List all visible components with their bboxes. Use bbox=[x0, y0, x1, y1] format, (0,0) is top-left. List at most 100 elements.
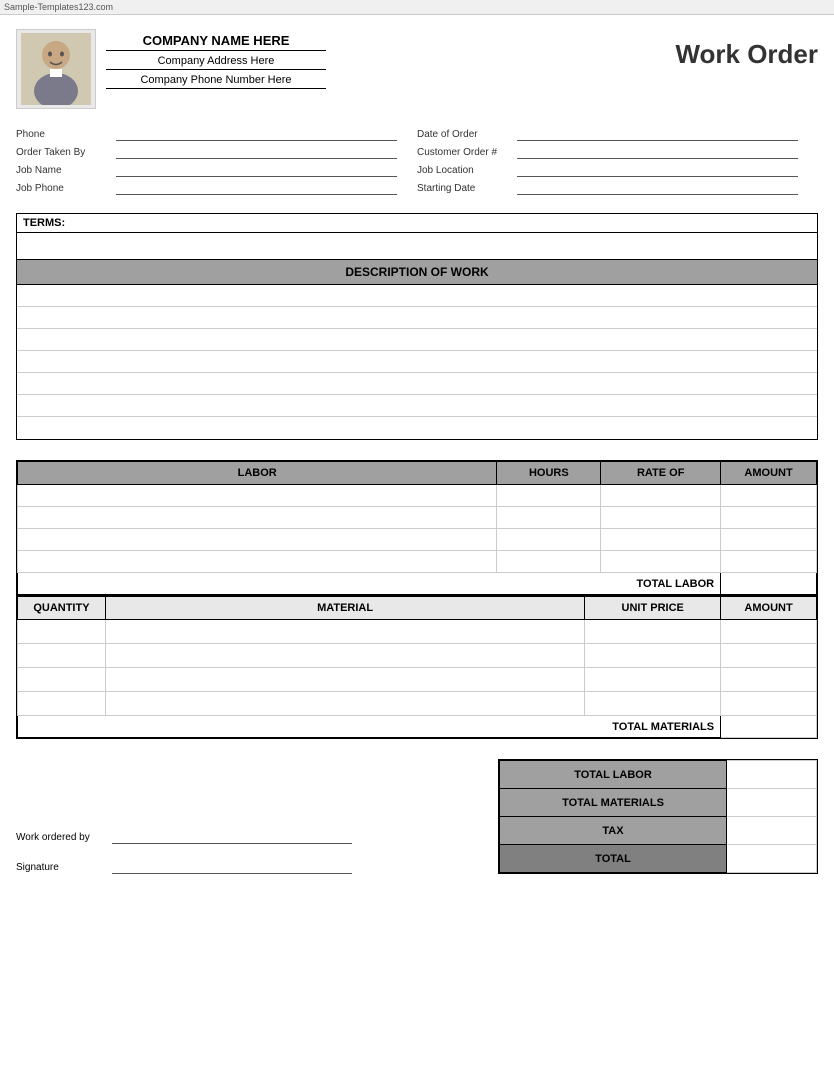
work-ordered-input[interactable] bbox=[112, 830, 352, 844]
mat-r3-unit-price[interactable] bbox=[585, 668, 721, 692]
materials-total-row: TOTAL MATERIALS bbox=[18, 716, 817, 738]
terms-section: TERMS: bbox=[16, 213, 818, 260]
description-section: DESCRIPTION OF WORK bbox=[16, 260, 818, 440]
labor-r1-amount[interactable] bbox=[721, 485, 817, 507]
sum-row-total-materials: TOTAL MATERIALS bbox=[500, 789, 817, 817]
desc-row-1[interactable] bbox=[17, 285, 817, 307]
materials-col-material: MATERIAL bbox=[105, 597, 584, 620]
labor-r1-hours[interactable] bbox=[497, 485, 601, 507]
mat-r2-unit-price[interactable] bbox=[585, 644, 721, 668]
mat-r3-amount[interactable] bbox=[721, 668, 817, 692]
labor-r4-desc[interactable] bbox=[18, 551, 497, 573]
mat-row-2 bbox=[18, 644, 817, 668]
job-location-input[interactable] bbox=[517, 163, 798, 177]
labor-col-rate: RATE OF bbox=[601, 462, 721, 485]
starting-date-input[interactable] bbox=[517, 181, 798, 195]
date-order-input[interactable] bbox=[517, 127, 798, 141]
mat-r1-amount[interactable] bbox=[721, 620, 817, 644]
labor-r3-desc[interactable] bbox=[18, 529, 497, 551]
labor-r1-desc[interactable] bbox=[18, 485, 497, 507]
sum-tax-value[interactable] bbox=[727, 817, 817, 845]
mat-r4-material[interactable] bbox=[105, 692, 584, 716]
summary-section: Work ordered by Signature TOTAL LABOR TO… bbox=[16, 759, 818, 874]
sum-total-materials-value[interactable] bbox=[727, 789, 817, 817]
signature-row: Signature bbox=[16, 860, 352, 874]
labor-r2-amount[interactable] bbox=[721, 507, 817, 529]
company-address: Company Address Here bbox=[106, 55, 326, 70]
summary-table-wrap: TOTAL LABOR TOTAL MATERIALS TAX TOTAL bbox=[498, 759, 818, 874]
header-section: COMPANY NAME HERE Company Address Here C… bbox=[16, 29, 818, 109]
bottom-left: Work ordered by Signature bbox=[16, 820, 352, 874]
materials-table: QUANTITY MATERIAL UNIT PRICE AMOUNT bbox=[17, 596, 817, 738]
order-taken-input[interactable] bbox=[116, 145, 397, 159]
work-ordered-label: Work ordered by bbox=[16, 832, 106, 843]
labor-r3-amount[interactable] bbox=[721, 529, 817, 551]
desc-row-2[interactable] bbox=[17, 307, 817, 329]
mat-r1-unit-price[interactable] bbox=[585, 620, 721, 644]
mat-r4-qty[interactable] bbox=[18, 692, 106, 716]
customer-order-label: Customer Order # bbox=[417, 147, 517, 158]
job-phone-input[interactable] bbox=[116, 181, 397, 195]
form-fields-section: Phone Order Taken By Job Name Job Phone bbox=[16, 127, 818, 199]
form-col-right: Date of Order Customer Order # Job Locat… bbox=[417, 127, 818, 199]
company-logo bbox=[16, 29, 96, 109]
starting-date-label: Starting Date bbox=[417, 183, 517, 194]
labor-r3-hours[interactable] bbox=[497, 529, 601, 551]
job-location-label: Job Location bbox=[417, 165, 517, 176]
signature-label: Signature bbox=[16, 862, 106, 873]
materials-col-qty: QUANTITY bbox=[18, 597, 106, 620]
mat-r2-material[interactable] bbox=[105, 644, 584, 668]
sum-row-total-labor: TOTAL LABOR bbox=[500, 761, 817, 789]
company-info-block: COMPANY NAME HERE Company Address Here C… bbox=[16, 29, 326, 109]
desc-row-6[interactable] bbox=[17, 395, 817, 417]
terms-body[interactable] bbox=[17, 233, 817, 259]
labor-r4-amount[interactable] bbox=[721, 551, 817, 573]
summary-table: TOTAL LABOR TOTAL MATERIALS TAX TOTAL bbox=[499, 760, 817, 873]
mat-r4-amount[interactable] bbox=[721, 692, 817, 716]
mat-r1-qty[interactable] bbox=[18, 620, 106, 644]
mat-r3-qty[interactable] bbox=[18, 668, 106, 692]
labor-row-1 bbox=[18, 485, 817, 507]
job-name-input[interactable] bbox=[116, 163, 397, 177]
mat-r1-material[interactable] bbox=[105, 620, 584, 644]
mat-r2-amount[interactable] bbox=[721, 644, 817, 668]
materials-total-value[interactable] bbox=[721, 716, 817, 738]
sum-total-labor-value[interactable] bbox=[727, 761, 817, 789]
job-phone-label: Job Phone bbox=[16, 183, 116, 194]
description-header: DESCRIPTION OF WORK bbox=[17, 260, 817, 285]
materials-section: QUANTITY MATERIAL UNIT PRICE AMOUNT bbox=[16, 596, 818, 739]
company-phone: Company Phone Number Here bbox=[106, 74, 326, 89]
phone-label: Phone bbox=[16, 129, 116, 140]
terms-label: TERMS: bbox=[17, 214, 817, 233]
labor-total-value[interactable] bbox=[721, 573, 817, 595]
labor-total-label: TOTAL LABOR bbox=[18, 573, 721, 595]
desc-row-3[interactable] bbox=[17, 329, 817, 351]
labor-r4-hours[interactable] bbox=[497, 551, 601, 573]
order-taken-label: Order Taken By bbox=[16, 147, 116, 158]
phone-input[interactable] bbox=[116, 127, 397, 141]
mat-r3-material[interactable] bbox=[105, 668, 584, 692]
desc-row-4[interactable] bbox=[17, 351, 817, 373]
labor-r4-rate[interactable] bbox=[601, 551, 721, 573]
sum-row-tax: TAX bbox=[500, 817, 817, 845]
watermark: Sample-Templates123.com bbox=[0, 0, 834, 15]
labor-r2-hours[interactable] bbox=[497, 507, 601, 529]
page-title: Work Order bbox=[675, 29, 818, 70]
labor-r3-rate[interactable] bbox=[601, 529, 721, 551]
labor-r2-desc[interactable] bbox=[18, 507, 497, 529]
sum-total-materials-label: TOTAL MATERIALS bbox=[500, 789, 727, 817]
labor-col-hours: HOURS bbox=[497, 462, 601, 485]
desc-row-7[interactable] bbox=[17, 417, 817, 439]
mat-r2-qty[interactable] bbox=[18, 644, 106, 668]
customer-order-input[interactable] bbox=[517, 145, 798, 159]
desc-row-5[interactable] bbox=[17, 373, 817, 395]
materials-col-amount: AMOUNT bbox=[721, 597, 817, 620]
mat-r4-unit-price[interactable] bbox=[585, 692, 721, 716]
labor-r2-rate[interactable] bbox=[601, 507, 721, 529]
signature-input[interactable] bbox=[112, 860, 352, 874]
labor-row-2 bbox=[18, 507, 817, 529]
sum-total-value[interactable] bbox=[727, 845, 817, 873]
mat-row-3 bbox=[18, 668, 817, 692]
labor-r1-rate[interactable] bbox=[601, 485, 721, 507]
description-rows bbox=[17, 285, 817, 439]
